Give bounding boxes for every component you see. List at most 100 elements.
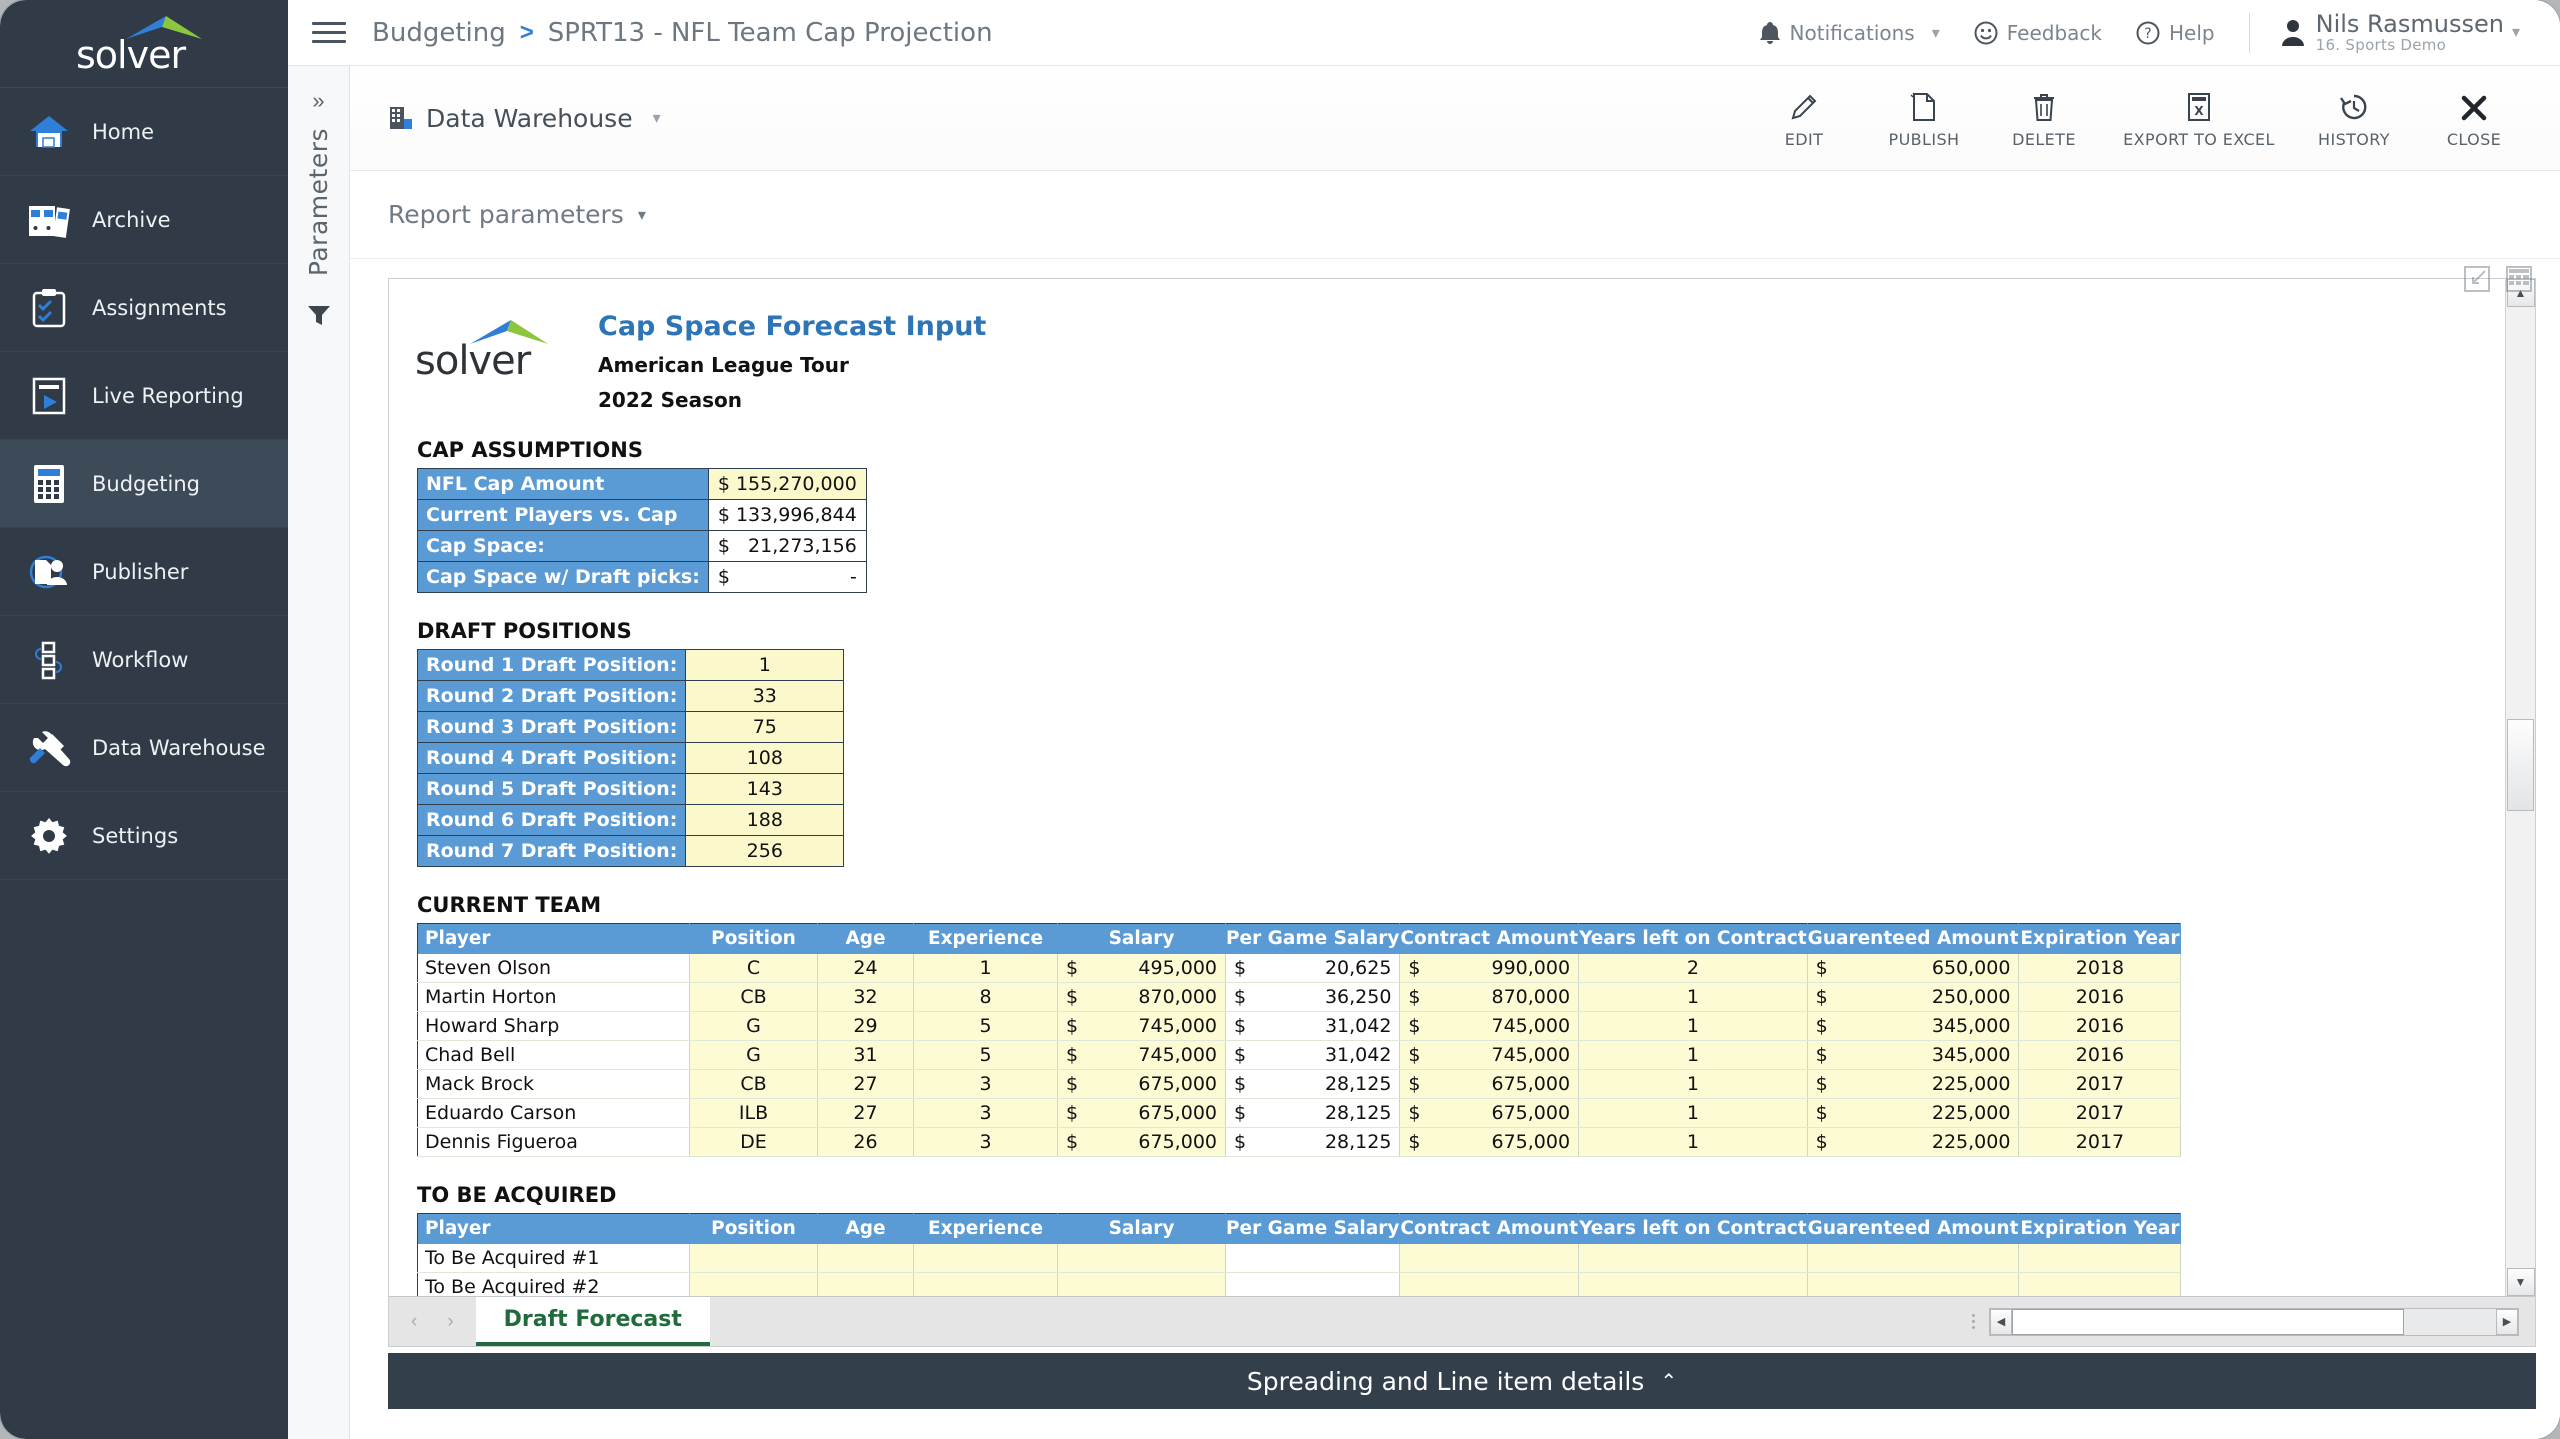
cell-experience[interactable]: 5 bbox=[914, 1012, 1058, 1041]
table-row[interactable]: Round 3 Draft Position: 75 bbox=[418, 712, 844, 743]
cell-player[interactable]: Martin Horton bbox=[418, 983, 690, 1012]
table-row[interactable]: Round 4 Draft Position: 108 bbox=[418, 743, 844, 774]
row-value[interactable]: 75 bbox=[686, 712, 844, 743]
prev-sheet-button[interactable]: ‹ bbox=[411, 1311, 417, 1333]
cell-experience[interactable]: 3 bbox=[914, 1128, 1058, 1157]
cell-per-game-salary[interactable]: $20,625 bbox=[1226, 954, 1400, 983]
cell-guaranteed-amount[interactable]: $225,000 bbox=[1807, 1128, 2019, 1157]
cell-experience[interactable]: 3 bbox=[914, 1099, 1058, 1128]
cell-guaranteed-amount[interactable]: $225,000 bbox=[1807, 1070, 2019, 1099]
cell-salary[interactable]: $675,000 bbox=[1058, 1070, 1226, 1099]
breadcrumb-root[interactable]: Budgeting bbox=[372, 18, 506, 48]
cell-player[interactable]: Eduardo Carson bbox=[418, 1099, 690, 1128]
publish-button[interactable]: PUBLISH bbox=[1864, 88, 1984, 149]
cell-guaranteed-amount[interactable] bbox=[1807, 1244, 2019, 1273]
cell-experience[interactable]: 1 bbox=[914, 954, 1058, 983]
cell-player[interactable]: To Be Acquired #1 bbox=[418, 1244, 690, 1273]
row-value[interactable]: 188 bbox=[686, 805, 844, 836]
sidebar-item-assignments[interactable]: Assignments bbox=[0, 264, 288, 352]
cell-per-game-salary[interactable]: $28,125 bbox=[1226, 1070, 1400, 1099]
cell-position[interactable]: C bbox=[690, 954, 818, 983]
close-button[interactable]: CLOSE bbox=[2414, 88, 2534, 149]
cell-age[interactable]: 32 bbox=[818, 983, 914, 1012]
cell-guaranteed-amount[interactable] bbox=[1807, 1273, 2019, 1297]
cell-age[interactable]: 26 bbox=[818, 1128, 914, 1157]
cell-age[interactable] bbox=[818, 1273, 914, 1297]
cell-per-game-salary[interactable]: $31,042 bbox=[1226, 1012, 1400, 1041]
history-button[interactable]: HISTORY bbox=[2294, 88, 2414, 149]
sidebar-item-archive[interactable]: Archive bbox=[0, 176, 288, 264]
row-value[interactable]: $ 21,273,156 bbox=[708, 531, 866, 562]
cell-years-left[interactable]: 1 bbox=[1579, 1012, 1808, 1041]
parameters-label[interactable]: Parameters bbox=[304, 128, 333, 276]
cell-contract-amount[interactable]: $870,000 bbox=[1400, 983, 1579, 1012]
cell-years-left[interactable] bbox=[1579, 1244, 1808, 1273]
data-source-dropdown[interactable]: Data Warehouse ▾ bbox=[388, 104, 661, 133]
cell-player[interactable]: Mack Brock bbox=[418, 1070, 690, 1099]
edit-button[interactable]: EDIT bbox=[1744, 88, 1864, 149]
help-button[interactable]: ? Help bbox=[2136, 21, 2215, 45]
cell-contract-amount[interactable]: $675,000 bbox=[1400, 1128, 1579, 1157]
cell-salary[interactable] bbox=[1058, 1273, 1226, 1297]
horizontal-scrollbar[interactable]: ◀ ▶ bbox=[1989, 1308, 2519, 1336]
report-parameters-label[interactable]: Report parameters bbox=[388, 200, 624, 229]
cell-contract-amount[interactable] bbox=[1400, 1273, 1579, 1297]
cell-guaranteed-amount[interactable]: $650,000 bbox=[1807, 954, 2019, 983]
table-row[interactable]: Round 7 Draft Position: 256 bbox=[418, 836, 844, 867]
cell-position[interactable] bbox=[690, 1273, 818, 1297]
chevron-down-icon[interactable]: ▾ bbox=[638, 205, 646, 225]
scroll-right-button[interactable]: ▶ bbox=[2496, 1309, 2518, 1335]
table-row[interactable]: Steven OlsonC241$495,000$20,625$990,0002… bbox=[418, 954, 2181, 983]
export-to-excel-button[interactable]: X EXPORT TO EXCEL bbox=[2104, 88, 2294, 149]
cell-contract-amount[interactable] bbox=[1400, 1244, 1579, 1273]
table-row[interactable]: Eduardo CarsonILB273$675,000$28,125$675,… bbox=[418, 1099, 2181, 1128]
cell-salary[interactable]: $495,000 bbox=[1058, 954, 1226, 983]
cell-salary[interactable]: $745,000 bbox=[1058, 1041, 1226, 1070]
vertical-scroll-thumb[interactable] bbox=[2507, 719, 2534, 811]
table-row[interactable]: Cap Space w/ Draft picks: $ - bbox=[418, 562, 867, 593]
cell-per-game-salary[interactable] bbox=[1226, 1273, 1400, 1297]
cell-position[interactable]: DE bbox=[690, 1128, 818, 1157]
cell-guaranteed-amount[interactable]: $345,000 bbox=[1807, 1041, 2019, 1070]
row-value[interactable]: 108 bbox=[686, 743, 844, 774]
row-value[interactable]: $ - bbox=[708, 562, 866, 593]
cell-salary[interactable]: $745,000 bbox=[1058, 1012, 1226, 1041]
cell-contract-amount[interactable]: $675,000 bbox=[1400, 1099, 1579, 1128]
hamburger-icon[interactable] bbox=[312, 18, 346, 48]
cell-guaranteed-amount[interactable]: $225,000 bbox=[1807, 1099, 2019, 1128]
cell-player[interactable]: To Be Acquired #2 bbox=[418, 1273, 690, 1297]
scroll-left-button[interactable]: ◀ bbox=[1990, 1309, 2012, 1335]
row-value[interactable]: 1 bbox=[686, 650, 844, 681]
table-row[interactable]: Current Players vs. Cap $ 133,996,844 bbox=[418, 500, 867, 531]
sidebar-item-settings[interactable]: Settings bbox=[0, 792, 288, 880]
sidebar-item-publisher[interactable]: Publisher bbox=[0, 528, 288, 616]
cell-salary[interactable]: $870,000 bbox=[1058, 983, 1226, 1012]
cell-expiration-year[interactable] bbox=[2019, 1244, 2181, 1273]
cell-age[interactable]: 24 bbox=[818, 954, 914, 983]
cell-years-left[interactable]: 1 bbox=[1579, 1099, 1808, 1128]
cell-experience[interactable]: 3 bbox=[914, 1070, 1058, 1099]
funnel-icon[interactable] bbox=[306, 302, 332, 333]
expand-parameters-chevron-icon[interactable]: » bbox=[312, 88, 324, 114]
cell-player[interactable]: Steven Olson bbox=[418, 954, 690, 983]
row-value[interactable]: $ 155,270,000 bbox=[708, 469, 866, 500]
cell-years-left[interactable]: 2 bbox=[1579, 954, 1808, 983]
cell-age[interactable]: 29 bbox=[818, 1012, 914, 1041]
cell-expiration-year[interactable]: 2017 bbox=[2019, 1099, 2181, 1128]
table-row[interactable]: Round 1 Draft Position: 1 bbox=[418, 650, 844, 681]
sidebar-item-home[interactable]: Home bbox=[0, 88, 288, 176]
table-row[interactable]: Martin HortonCB328$870,000$36,250$870,00… bbox=[418, 983, 2181, 1012]
table-row[interactable]: Cap Space: $ 21,273,156 bbox=[418, 531, 867, 562]
cell-salary[interactable]: $675,000 bbox=[1058, 1099, 1226, 1128]
notifications-button[interactable]: Notifications ▾ bbox=[1759, 21, 1940, 45]
cell-expiration-year[interactable]: 2016 bbox=[2019, 983, 2181, 1012]
cell-experience[interactable]: 5 bbox=[914, 1041, 1058, 1070]
cell-years-left[interactable]: 1 bbox=[1579, 983, 1808, 1012]
table-row[interactable]: Chad BellG315$745,000$31,042$745,0001$34… bbox=[418, 1041, 2181, 1070]
scroll-down-button[interactable]: ▼ bbox=[2507, 1268, 2535, 1296]
table-row[interactable]: Mack BrockCB273$675,000$28,125$675,0001$… bbox=[418, 1070, 2181, 1099]
cell-age[interactable]: 27 bbox=[818, 1099, 914, 1128]
cell-position[interactable]: CB bbox=[690, 1070, 818, 1099]
cell-age[interactable]: 27 bbox=[818, 1070, 914, 1099]
vertical-scrollbar[interactable]: ▲ ▼ bbox=[2505, 279, 2535, 1296]
